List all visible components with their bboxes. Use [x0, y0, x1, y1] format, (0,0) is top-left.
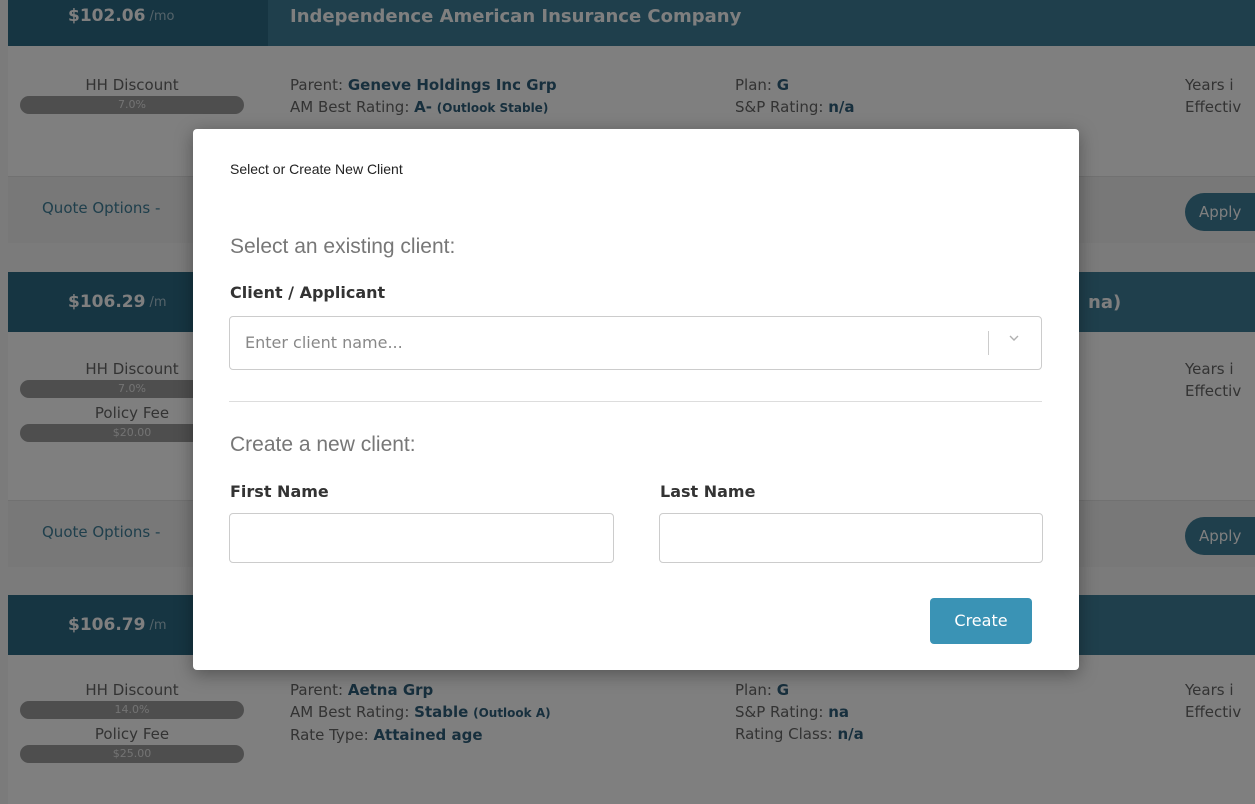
last-name-field[interactable] [659, 513, 1043, 563]
client-modal: Select or Create New Client Select an ex… [193, 129, 1079, 670]
create-button[interactable]: Create [930, 598, 1032, 644]
client-applicant-label: Client / Applicant [230, 283, 386, 302]
client-select[interactable]: Enter client name... [229, 316, 1042, 370]
section-divider [229, 401, 1042, 402]
first-name-label: First Name [230, 482, 329, 501]
chevron-down-icon[interactable] [1007, 331, 1021, 349]
first-name-field[interactable] [229, 513, 614, 563]
select-separator [988, 331, 989, 355]
client-select-placeholder: Enter client name... [245, 333, 403, 352]
new-client-heading: Create a new client: [230, 433, 416, 456]
modal-title: Select or Create New Client [230, 161, 403, 177]
last-name-label: Last Name [660, 482, 756, 501]
existing-client-heading: Select an existing client: [230, 235, 456, 258]
